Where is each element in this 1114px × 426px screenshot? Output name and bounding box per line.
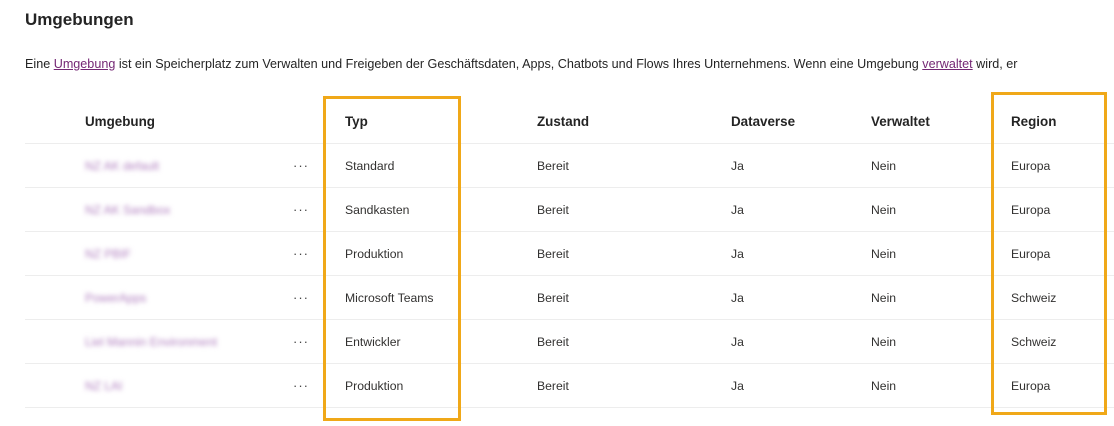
region-cell: Europa bbox=[1011, 378, 1051, 393]
environment-name[interactable]: NZ AK default bbox=[85, 159, 159, 173]
type-cell: Microsoft Teams bbox=[345, 290, 434, 305]
state-cell: Bereit bbox=[537, 202, 569, 217]
dataverse-cell: Ja bbox=[731, 158, 744, 173]
state-cell: Bereit bbox=[537, 290, 569, 305]
dataverse-cell: Ja bbox=[731, 290, 744, 305]
managed-cell: Nein bbox=[871, 378, 897, 393]
table-row[interactable]: NZ AK Sandbox ··· Sandkasten Bereit Ja N… bbox=[25, 188, 1114, 232]
environment-link[interactable]: Umgebung bbox=[54, 57, 116, 71]
more-options-button[interactable]: ··· bbox=[291, 320, 311, 363]
region-cell: Schweiz bbox=[1011, 334, 1057, 349]
managed-cell: Nein bbox=[871, 202, 897, 217]
table-row[interactable]: NZ AK default ··· Standard Bereit Ja Nei… bbox=[25, 144, 1114, 188]
more-options-button[interactable]: ··· bbox=[291, 232, 311, 275]
column-header-state[interactable]: Zustand bbox=[537, 100, 589, 143]
managed-cell: Nein bbox=[871, 290, 897, 305]
state-cell: Bereit bbox=[537, 246, 569, 261]
table-row[interactable]: NZ LAI ··· Produktion Bereit Ja Nein Eur… bbox=[25, 364, 1114, 408]
more-options-button[interactable]: ··· bbox=[291, 364, 311, 407]
environment-name-cell[interactable]: NZ AK Sandbox bbox=[85, 188, 170, 231]
column-header-dataverse[interactable]: Dataverse bbox=[731, 100, 795, 143]
column-header-environment[interactable]: Umgebung bbox=[85, 100, 155, 143]
description-text-3: wird, er bbox=[972, 57, 1018, 71]
region-cell: Schweiz bbox=[1011, 290, 1057, 305]
managed-cell: Nein bbox=[871, 158, 897, 173]
environment-name-cell[interactable]: PowerApps bbox=[85, 276, 146, 319]
type-cell: Produktion bbox=[345, 378, 404, 393]
environment-name[interactable]: NZ LAI bbox=[85, 379, 122, 393]
environment-name[interactable]: PowerApps bbox=[85, 291, 146, 305]
environments-page: Umgebungen Eine Umgebung ist ein Speiche… bbox=[0, 0, 1114, 426]
dataverse-cell: Ja bbox=[731, 378, 744, 393]
table-header-row: Umgebung Typ Zustand Dataverse Verwaltet… bbox=[25, 100, 1114, 144]
environment-name[interactable]: NZ PBIF bbox=[85, 247, 131, 261]
type-cell: Sandkasten bbox=[345, 202, 410, 217]
description-text-1: Eine bbox=[25, 57, 54, 71]
more-options-button[interactable]: ··· bbox=[291, 276, 311, 319]
type-cell: Entwickler bbox=[345, 334, 401, 349]
more-options-button[interactable]: ··· bbox=[291, 188, 311, 231]
column-header-type[interactable]: Typ bbox=[345, 100, 368, 143]
type-cell: Produktion bbox=[345, 246, 404, 261]
dataverse-cell: Ja bbox=[731, 334, 744, 349]
table-row[interactable]: NZ PBIF ··· Produktion Bereit Ja Nein Eu… bbox=[25, 232, 1114, 276]
region-cell: Europa bbox=[1011, 158, 1051, 173]
environments-table: Umgebung Typ Zustand Dataverse Verwaltet… bbox=[25, 100, 1114, 408]
environment-name-cell[interactable]: NZ PBIF bbox=[85, 232, 131, 275]
state-cell: Bereit bbox=[537, 378, 569, 393]
managed-link[interactable]: verwaltet bbox=[922, 57, 972, 71]
type-cell: Standard bbox=[345, 158, 395, 173]
dataverse-cell: Ja bbox=[731, 246, 744, 261]
page-title: Umgebungen bbox=[25, 10, 134, 29]
table-row[interactable]: Liel Mannin Environment ··· Entwickler B… bbox=[25, 320, 1114, 364]
environment-name-cell[interactable]: Liel Mannin Environment bbox=[85, 320, 217, 363]
environment-name-cell[interactable]: NZ LAI bbox=[85, 364, 122, 407]
region-cell: Europa bbox=[1011, 246, 1051, 261]
table-row[interactable]: PowerApps ··· Microsoft Teams Bereit Ja … bbox=[25, 276, 1114, 320]
state-cell: Bereit bbox=[537, 158, 569, 173]
column-header-managed[interactable]: Verwaltet bbox=[871, 100, 930, 143]
state-cell: Bereit bbox=[537, 334, 569, 349]
environment-name[interactable]: Liel Mannin Environment bbox=[85, 335, 217, 349]
environment-name[interactable]: NZ AK Sandbox bbox=[85, 203, 170, 217]
more-options-button[interactable]: ··· bbox=[291, 144, 311, 187]
column-header-region[interactable]: Region bbox=[1011, 100, 1056, 143]
managed-cell: Nein bbox=[871, 334, 897, 349]
description-text-2: ist ein Speicherplatz zum Verwalten und … bbox=[115, 57, 923, 71]
managed-cell: Nein bbox=[871, 246, 897, 261]
environment-name-cell[interactable]: NZ AK default bbox=[85, 144, 159, 187]
page-description: Eine Umgebung ist ein Speicherplatz zum … bbox=[25, 57, 1017, 71]
region-cell: Europa bbox=[1011, 202, 1051, 217]
table-body: NZ AK default ··· Standard Bereit Ja Nei… bbox=[25, 144, 1114, 408]
dataverse-cell: Ja bbox=[731, 202, 744, 217]
